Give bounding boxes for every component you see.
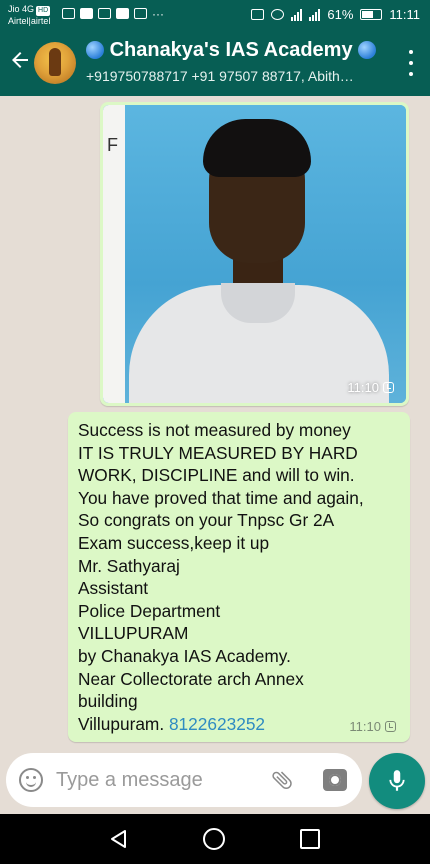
status-bar: Jio 4G HD Airtel|airtel ··· 61% 11:11 bbox=[0, 0, 430, 30]
signal-icon bbox=[291, 8, 303, 21]
message-line: IT IS TRULY MEASURED BY HARD bbox=[78, 442, 358, 463]
globe-icon bbox=[86, 41, 104, 59]
message-line: Police Department bbox=[78, 600, 221, 621]
group-avatar[interactable] bbox=[34, 42, 76, 84]
battery-icon bbox=[360, 9, 383, 20]
carrier-secondary: Airtel|airtel bbox=[8, 16, 51, 26]
youtube-icon bbox=[80, 8, 93, 19]
text-message[interactable]: Success is not measured by money IT IS T… bbox=[68, 412, 410, 742]
emoji-icon[interactable] bbox=[19, 768, 43, 792]
nav-recents-icon[interactable] bbox=[300, 829, 320, 849]
mic-button[interactable] bbox=[369, 753, 425, 809]
mic-icon bbox=[389, 770, 405, 791]
mail-icon bbox=[62, 8, 75, 19]
system-nav-bar bbox=[0, 814, 430, 864]
message-line: You have proved that time and again, bbox=[78, 487, 364, 508]
message-line: So congrats on your Tnpsc Gr 2A bbox=[78, 510, 335, 531]
message-line: building bbox=[78, 691, 138, 712]
carrier-primary: Jio 4G bbox=[8, 4, 35, 14]
chat-title[interactable]: Chanakya's IAS Academy bbox=[86, 39, 377, 62]
text-timestamp: 11:10 bbox=[349, 719, 396, 734]
clock-icon bbox=[385, 721, 396, 732]
message-line: Success is not measured by money bbox=[78, 420, 351, 440]
message-line: WORK, DISCIPLINE and will to win. bbox=[78, 465, 355, 486]
chat-title-text: Chanakya's IAS Academy bbox=[109, 39, 353, 61]
image-message[interactable]: F 11:10 bbox=[100, 102, 409, 406]
sim-icon bbox=[116, 8, 129, 19]
signal-icon-2 bbox=[309, 8, 321, 21]
chat-header: Chanakya's IAS Academy +919750788717 +91… bbox=[0, 30, 430, 96]
carrier-info: Jio 4G HD Airtel|airtel bbox=[8, 4, 50, 26]
photo-corner-letter: F bbox=[107, 135, 118, 155]
message-line: by Chanakya IAS Academy. bbox=[78, 645, 291, 666]
notification-icon bbox=[134, 8, 147, 19]
clock-time: 11:11 bbox=[389, 7, 420, 22]
message-input[interactable] bbox=[56, 763, 256, 797]
composer-pill bbox=[6, 753, 362, 807]
globe-icon bbox=[358, 41, 377, 59]
nav-home-icon[interactable] bbox=[203, 828, 225, 850]
clock-icon bbox=[383, 382, 394, 393]
alarm-icon bbox=[271, 9, 285, 20]
back-arrow-icon[interactable] bbox=[8, 48, 32, 72]
message-line: VILLUPURAM bbox=[78, 623, 189, 644]
composer-bar bbox=[0, 748, 430, 814]
message-line: Near Collectorate arch Annex bbox=[78, 668, 304, 689]
camera-icon[interactable] bbox=[323, 769, 347, 791]
phone-number-link[interactable]: 8122623252 bbox=[169, 714, 265, 734]
message-list[interactable]: F 11:10 Success is not measured by money… bbox=[0, 96, 430, 748]
notification-icons: ··· bbox=[62, 6, 164, 21]
system-indicators: 61% 11:11 bbox=[251, 7, 420, 22]
message-text: Success is not measured by money IT IS T… bbox=[78, 419, 400, 735]
chat-participants[interactable]: +919750788717 +91 97507 88717, Abith… bbox=[86, 68, 378, 84]
photo[interactable]: F 11:10 bbox=[103, 105, 406, 403]
paperclip-icon[interactable] bbox=[270, 767, 294, 793]
message-line: Mr. Sathyaraj bbox=[78, 555, 180, 576]
message-line: Exam success,keep it up bbox=[78, 532, 270, 553]
nav-back-icon[interactable] bbox=[108, 828, 130, 850]
battery-percent: 61% bbox=[327, 7, 354, 22]
avatar-figure bbox=[49, 48, 61, 76]
more-vert-icon[interactable] bbox=[408, 50, 414, 76]
message-line: Assistant bbox=[78, 578, 149, 599]
hd-badge: HD bbox=[36, 6, 51, 16]
image-timestamp: 11:10 bbox=[347, 380, 394, 395]
more-notifications: ··· bbox=[152, 6, 164, 21]
gmail-icon bbox=[98, 8, 111, 19]
vibrate-icon bbox=[251, 9, 265, 20]
